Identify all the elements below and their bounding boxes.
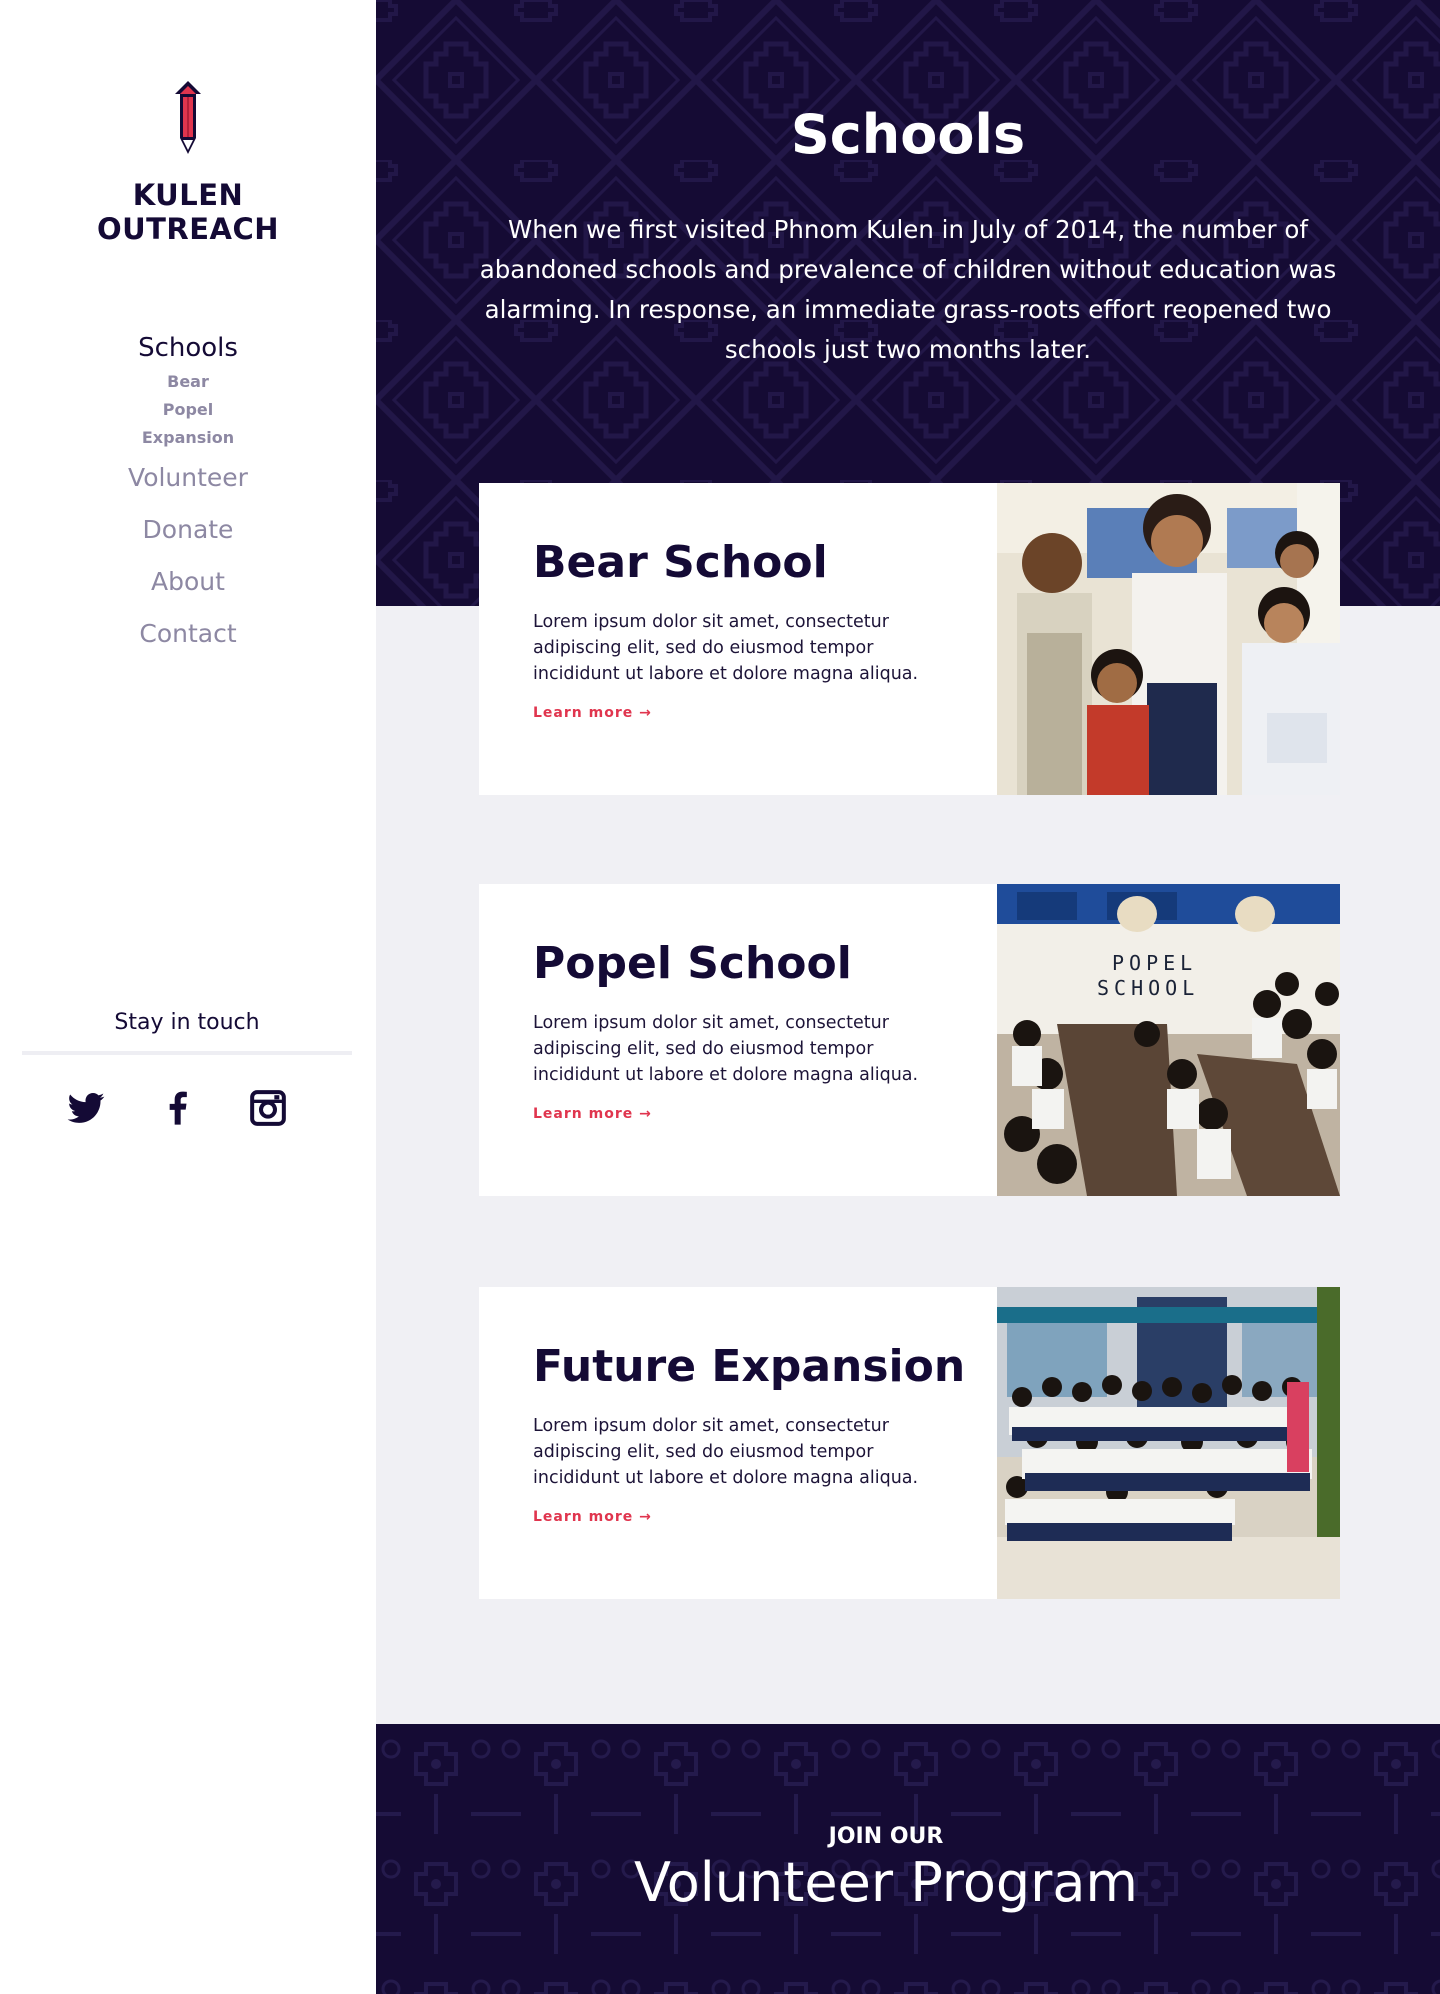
- subnav-item-bear[interactable]: Bear: [0, 368, 376, 396]
- expansion-photo: [997, 1287, 1340, 1599]
- school-card-popel: Popel School Lorem ipsum dolor sit amet,…: [479, 884, 1340, 1196]
- nav-item-volunteer[interactable]: Volunteer: [0, 452, 376, 504]
- logo[interactable]: KULEN OUTREACH: [0, 80, 376, 246]
- nav-item-contact[interactable]: Contact: [0, 608, 376, 660]
- page-title: Schools: [790, 103, 1026, 166]
- card-body: Bear School Lorem ipsum dolor sit amet, …: [533, 535, 963, 721]
- main-content: Schools When we first visited Phnom Kule…: [376, 0, 1440, 1994]
- facebook-icon[interactable]: [158, 1088, 198, 1128]
- brand-name: KULEN OUTREACH: [0, 178, 376, 246]
- learn-more-link[interactable]: Learn more →: [533, 1509, 652, 1525]
- school-card-bear: Bear School Lorem ipsum dolor sit amet, …: [479, 483, 1340, 795]
- card-text: Lorem ipsum dolor sit amet, consectetur …: [533, 1013, 919, 1085]
- stay-in-touch-title: Stay in touch: [114, 1010, 260, 1035]
- schools-subnav: Bear Popel Expansion: [0, 368, 376, 452]
- sign-line-1: POPEL: [1112, 951, 1197, 975]
- card-body: Popel School Lorem ipsum dolor sit amet,…: [533, 936, 963, 1122]
- popel-school-photo: POPEL SCHOOL: [997, 884, 1340, 1196]
- card-text: Lorem ipsum dolor sit amet, consectetur …: [533, 1416, 919, 1488]
- sign-line-2: SCHOOL: [1097, 976, 1199, 1000]
- nav-item-donate[interactable]: Donate: [0, 504, 376, 556]
- volunteer-cta[interactable]: JOIN OUR Volunteer Program: [376, 1724, 1440, 1994]
- divider: [22, 1051, 352, 1055]
- subnav-item-expansion[interactable]: Expansion: [0, 424, 376, 452]
- instagram-icon[interactable]: [248, 1088, 288, 1128]
- card-body: Future Expansion Lorem ipsum dolor sit a…: [533, 1339, 966, 1525]
- hero-intro: When we first visited Phnom Kulen in Jul…: [479, 215, 1337, 364]
- card-title: Popel School: [533, 938, 852, 989]
- twitter-icon[interactable]: [66, 1088, 106, 1128]
- card-text: Lorem ipsum dolor sit amet, consectetur …: [533, 612, 919, 684]
- sidebar: KULEN OUTREACH Schools Bear Popel Expans…: [0, 0, 376, 1994]
- school-card-expansion: Future Expansion Lorem ipsum dolor sit a…: [479, 1287, 1340, 1599]
- learn-more-link[interactable]: Learn more →: [533, 705, 652, 721]
- social-links: [0, 1088, 376, 1132]
- main-nav: Schools Bear Popel Expansion Volunteer D…: [0, 330, 376, 660]
- card-title: Bear School: [533, 537, 828, 588]
- brand-line-1: KULEN: [132, 178, 244, 212]
- brand-line-2: OUTREACH: [96, 212, 280, 246]
- footer-title: Volunteer Program: [633, 1851, 1139, 1914]
- learn-more-link[interactable]: Learn more →: [533, 1106, 652, 1122]
- card-title: Future Expansion: [533, 1341, 966, 1392]
- nav-item-schools[interactable]: Schools: [0, 330, 376, 366]
- nav-item-about[interactable]: About: [0, 556, 376, 608]
- stay-in-touch: Stay in touch: [22, 1005, 352, 1055]
- pencil-logo-icon: [175, 81, 201, 154]
- subnav-item-popel[interactable]: Popel: [0, 396, 376, 424]
- bear-school-photo: [997, 483, 1340, 795]
